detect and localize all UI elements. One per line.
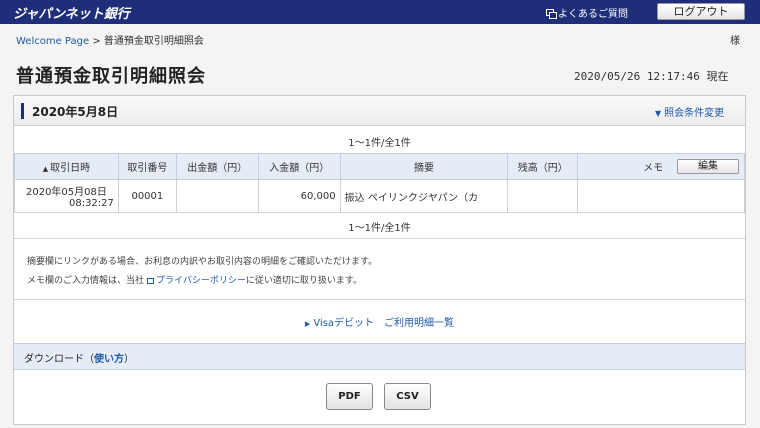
- window-icon: [546, 9, 557, 19]
- how-to-use-link[interactable]: 使い方: [94, 354, 124, 365]
- row-number: 00001: [117, 179, 177, 213]
- col-memo-header: メモ 編集: [577, 153, 745, 180]
- faq-link[interactable]: よくあるご質問: [546, 5, 628, 20]
- breadcrumb-separator: >: [92, 36, 101, 47]
- note-line-2-post: に従い適切に取り扱います。: [245, 276, 362, 286]
- col-withdraw-header: 出金額（円）: [175, 153, 259, 180]
- download-label-pre: ダウンロード（: [24, 354, 94, 365]
- col-summary-header: 摘要: [339, 153, 509, 180]
- pdf-download-button[interactable]: PDF: [326, 383, 373, 410]
- visa-debit-link[interactable]: ▶ Visaデビット ご利用明細一覧: [14, 314, 745, 329]
- col-balance-header: 残高（円）: [507, 153, 579, 180]
- table-header-row: ▲ 取引日時 取引番号 出金額（円） 入金額（円） 摘要 残高（円） メモ 編集: [14, 153, 745, 180]
- table-row: 2020年05月08日 08:32:27 00001 60,000 振込 ペイリ…: [14, 179, 745, 213]
- col-date-header[interactable]: ▲ 取引日時: [14, 153, 119, 180]
- row-deposit: 60,000: [257, 179, 341, 213]
- result-count-top: 1～1件/全1件: [348, 138, 411, 149]
- download-label-post: ）: [124, 354, 134, 365]
- user-honorific: 様: [730, 36, 740, 47]
- divider: [14, 299, 745, 300]
- triangle-right-icon: ▶: [304, 320, 311, 328]
- note-line-2: メモ欄のご入力情報は、当社 プライバシーポリシーに従い適切に取り扱います。: [27, 272, 377, 291]
- breadcrumb-current: 普通預金取引明細照会: [103, 36, 204, 47]
- row-balance: [507, 179, 579, 213]
- faq-label: よくあるご質問: [558, 9, 628, 20]
- external-window-icon: [147, 277, 155, 284]
- logout-button[interactable]: ログアウト: [657, 3, 745, 20]
- col-date-label: 取引日時: [50, 163, 91, 174]
- visa-debit-label: Visaデビット ご利用明細一覧: [313, 318, 455, 329]
- transaction-panel: 2020年5月8日 ▼ 照会条件変更 1～1件/全1件 ▲ 取引日時 取引番号 出金…: [13, 95, 746, 425]
- change-condition-label: 照会条件変更: [664, 108, 725, 119]
- col-number-header: 取引番号: [117, 153, 177, 180]
- edit-memo-button[interactable]: 編集: [677, 159, 739, 174]
- row-summary: 振込 ペイリンクジヤパン（カ: [339, 179, 509, 213]
- triangle-down-icon: ▼: [655, 109, 662, 118]
- download-label: ダウンロード（使い方）: [24, 350, 134, 365]
- notes: 摘要欄にリンクがある場合、お利息の内訳やお取引内容の明細をご確認いただけます。 …: [27, 253, 377, 291]
- row-withdraw: [175, 179, 259, 213]
- header-accent-bar: [21, 103, 24, 119]
- breadcrumb: Welcome Page > 普通預金取引明細照会: [16, 32, 204, 47]
- transaction-table: ▲ 取引日時 取引番号 出金額（円） 入金額（円） 摘要 残高（円） メモ 編集 …: [14, 153, 745, 213]
- row-memo[interactable]: [577, 179, 745, 213]
- result-count-bottom: 1～1件/全1件: [348, 223, 411, 234]
- top-bar: ジャパンネット銀行 よくあるご質問 ログアウト: [0, 0, 760, 24]
- breadcrumb-home-link[interactable]: Welcome Page: [16, 36, 89, 47]
- panel-date: 2020年5月8日: [32, 105, 119, 119]
- csv-download-button[interactable]: CSV: [384, 383, 431, 410]
- col-memo-label: メモ: [643, 163, 664, 174]
- row-date: 2020年05月08日: [25, 187, 107, 198]
- note-line-1: 摘要欄にリンクがある場合、お利息の内訳やお取引内容の明細をご確認いただけます。: [27, 257, 378, 267]
- bank-logo[interactable]: ジャパンネット銀行: [13, 3, 130, 22]
- change-condition-link[interactable]: ▼ 照会条件変更: [655, 104, 724, 119]
- sort-up-icon: ▲: [42, 165, 49, 173]
- row-time: 08:32:27: [68, 198, 114, 209]
- download-header: ダウンロード（使い方）: [14, 343, 745, 370]
- panel-header: 2020年5月8日 ▼ 照会条件変更: [14, 96, 745, 126]
- page-title: 普通預金取引明細照会: [16, 66, 206, 87]
- note-line-2-pre: メモ欄のご入力情報は、当社: [27, 276, 145, 286]
- divider: [14, 238, 745, 239]
- col-deposit-header: 入金額（円）: [257, 153, 341, 180]
- row-datetime: 2020年05月08日 08:32:27: [14, 179, 119, 213]
- privacy-policy-link[interactable]: プライバシーポリシー: [156, 276, 246, 286]
- timestamp: 2020/05/26 12:17:46 現在: [574, 70, 729, 83]
